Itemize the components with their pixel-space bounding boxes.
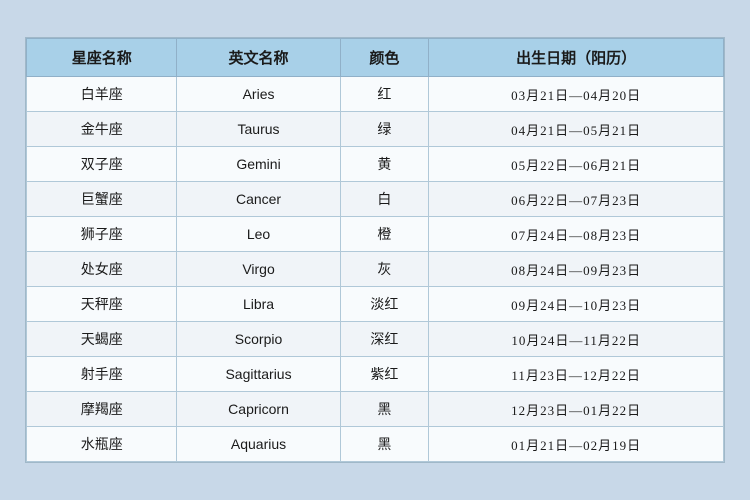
table-row: 天蝎座Scorpio深红10月24日—11月22日 bbox=[27, 322, 724, 357]
cell-dates: 08月24日—09月23日 bbox=[429, 252, 724, 287]
cell-dates: 04月21日—05月21日 bbox=[429, 112, 724, 147]
cell-dates: 12月23日—01月22日 bbox=[429, 392, 724, 427]
cell-chinese-name: 天蝎座 bbox=[27, 322, 177, 357]
cell-dates: 05月22日—06月21日 bbox=[429, 147, 724, 182]
cell-dates: 01月21日—02月19日 bbox=[429, 427, 724, 462]
cell-english-name: Gemini bbox=[177, 147, 340, 182]
cell-chinese-name: 双子座 bbox=[27, 147, 177, 182]
table-row: 水瓶座Aquarius黑01月21日—02月19日 bbox=[27, 427, 724, 462]
cell-dates: 10月24日—11月22日 bbox=[429, 322, 724, 357]
cell-color: 绿 bbox=[340, 112, 429, 147]
cell-dates: 07月24日—08月23日 bbox=[429, 217, 724, 252]
cell-english-name: Sagittarius bbox=[177, 357, 340, 392]
cell-dates: 09月24日—10月23日 bbox=[429, 287, 724, 322]
cell-chinese-name: 狮子座 bbox=[27, 217, 177, 252]
cell-english-name: Leo bbox=[177, 217, 340, 252]
table-row: 处女座Virgo灰08月24日—09月23日 bbox=[27, 252, 724, 287]
cell-color: 淡红 bbox=[340, 287, 429, 322]
cell-english-name: Aquarius bbox=[177, 427, 340, 462]
table-row: 摩羯座Capricorn黑12月23日—01月22日 bbox=[27, 392, 724, 427]
cell-chinese-name: 摩羯座 bbox=[27, 392, 177, 427]
cell-chinese-name: 巨蟹座 bbox=[27, 182, 177, 217]
cell-chinese-name: 处女座 bbox=[27, 252, 177, 287]
table-row: 白羊座Aries红03月21日—04月20日 bbox=[27, 77, 724, 112]
cell-chinese-name: 白羊座 bbox=[27, 77, 177, 112]
cell-color: 深红 bbox=[340, 322, 429, 357]
cell-chinese-name: 射手座 bbox=[27, 357, 177, 392]
header-dates: 出生日期（阳历） bbox=[429, 39, 724, 77]
cell-color: 红 bbox=[340, 77, 429, 112]
cell-color: 紫红 bbox=[340, 357, 429, 392]
table-body: 白羊座Aries红03月21日—04月20日金牛座Taurus绿04月21日—0… bbox=[27, 77, 724, 462]
zodiac-table-container: 星座名称 英文名称 颜色 出生日期（阳历） 白羊座Aries红03月21日—04… bbox=[25, 37, 725, 463]
table-header-row: 星座名称 英文名称 颜色 出生日期（阳历） bbox=[27, 39, 724, 77]
cell-dates: 03月21日—04月20日 bbox=[429, 77, 724, 112]
cell-english-name: Libra bbox=[177, 287, 340, 322]
cell-english-name: Virgo bbox=[177, 252, 340, 287]
cell-english-name: Scorpio bbox=[177, 322, 340, 357]
header-color: 颜色 bbox=[340, 39, 429, 77]
cell-color: 橙 bbox=[340, 217, 429, 252]
cell-color: 黄 bbox=[340, 147, 429, 182]
header-english-name: 英文名称 bbox=[177, 39, 340, 77]
cell-chinese-name: 天秤座 bbox=[27, 287, 177, 322]
table-row: 金牛座Taurus绿04月21日—05月21日 bbox=[27, 112, 724, 147]
cell-color: 黑 bbox=[340, 392, 429, 427]
cell-dates: 11月23日—12月22日 bbox=[429, 357, 724, 392]
table-row: 天秤座Libra淡红09月24日—10月23日 bbox=[27, 287, 724, 322]
cell-color: 黑 bbox=[340, 427, 429, 462]
zodiac-table: 星座名称 英文名称 颜色 出生日期（阳历） 白羊座Aries红03月21日—04… bbox=[26, 38, 724, 462]
cell-chinese-name: 金牛座 bbox=[27, 112, 177, 147]
cell-english-name: Capricorn bbox=[177, 392, 340, 427]
cell-color: 灰 bbox=[340, 252, 429, 287]
table-row: 巨蟹座Cancer白06月22日—07月23日 bbox=[27, 182, 724, 217]
cell-chinese-name: 水瓶座 bbox=[27, 427, 177, 462]
cell-english-name: Taurus bbox=[177, 112, 340, 147]
header-chinese-name: 星座名称 bbox=[27, 39, 177, 77]
table-row: 双子座Gemini黄05月22日—06月21日 bbox=[27, 147, 724, 182]
cell-english-name: Cancer bbox=[177, 182, 340, 217]
cell-dates: 06月22日—07月23日 bbox=[429, 182, 724, 217]
cell-color: 白 bbox=[340, 182, 429, 217]
table-row: 狮子座Leo橙07月24日—08月23日 bbox=[27, 217, 724, 252]
cell-english-name: Aries bbox=[177, 77, 340, 112]
table-row: 射手座Sagittarius紫红11月23日—12月22日 bbox=[27, 357, 724, 392]
